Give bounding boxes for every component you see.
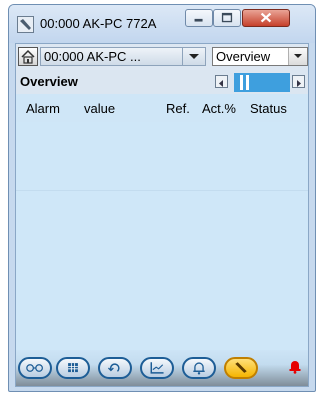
page-indicator[interactable] bbox=[234, 73, 290, 92]
glasses-icon bbox=[26, 364, 43, 372]
view-select[interactable]: Overview bbox=[212, 47, 308, 66]
minimize-button[interactable] bbox=[185, 9, 213, 27]
app-window: 00:000 AK-PC 772A 00:000 AK-PC ... Overv… bbox=[8, 4, 316, 392]
alarm-status-icon bbox=[289, 361, 301, 374]
column-act-percent[interactable]: Act.% bbox=[202, 101, 236, 116]
graph-icon bbox=[150, 362, 164, 374]
home-icon bbox=[21, 49, 35, 64]
toolbar: 00:000 AK-PC ... Overview bbox=[16, 44, 308, 70]
app-wrench-icon bbox=[17, 16, 34, 33]
column-status[interactable]: Status bbox=[250, 101, 287, 116]
keypad-icon bbox=[68, 363, 78, 373]
view-title: Overview bbox=[20, 74, 78, 89]
device-select[interactable]: 00:000 AK-PC ... bbox=[40, 47, 206, 66]
chevron-down-icon bbox=[288, 48, 307, 65]
column-value[interactable]: value bbox=[84, 101, 115, 116]
alarm-bell-icon bbox=[193, 362, 205, 375]
column-header: Alarm value Ref. Act.% Status bbox=[16, 94, 308, 122]
chevron-down-icon bbox=[182, 48, 199, 65]
view-select-value: Overview bbox=[216, 49, 271, 64]
minimize-icon bbox=[194, 18, 203, 22]
graph-button[interactable] bbox=[140, 357, 174, 379]
refresh-button[interactable] bbox=[98, 357, 132, 379]
prev-page-button[interactable] bbox=[215, 75, 228, 88]
title-bar[interactable]: 00:000 AK-PC 772A bbox=[9, 5, 315, 43]
next-page-button[interactable] bbox=[292, 75, 305, 88]
home-button[interactable] bbox=[18, 47, 38, 66]
keypad-button[interactable] bbox=[56, 357, 90, 379]
prev-page-icon bbox=[219, 80, 223, 87]
divider bbox=[16, 190, 308, 191]
bottom-toolbar bbox=[16, 350, 308, 386]
service-button[interactable] bbox=[224, 357, 258, 379]
data-list[interactable] bbox=[16, 122, 308, 350]
wrench-icon bbox=[235, 362, 247, 373]
close-icon bbox=[260, 12, 272, 23]
maximize-icon bbox=[221, 12, 233, 23]
alarm-bell-button[interactable] bbox=[182, 357, 216, 379]
maximize-button[interactable] bbox=[213, 9, 241, 27]
page-bar bbox=[240, 75, 243, 90]
device-select-value: 00:000 AK-PC ... bbox=[44, 49, 141, 64]
column-alarm[interactable]: Alarm bbox=[26, 101, 60, 116]
next-page-icon bbox=[297, 80, 301, 87]
refresh-icon bbox=[107, 363, 120, 372]
view-header: Overview bbox=[16, 70, 308, 94]
column-ref[interactable]: Ref. bbox=[166, 101, 190, 116]
client-area: 00:000 AK-PC ... Overview Overview Alarm… bbox=[15, 43, 309, 387]
overview-button[interactable] bbox=[18, 357, 52, 379]
window-title: 00:000 AK-PC 772A bbox=[40, 16, 157, 31]
close-button[interactable] bbox=[242, 9, 290, 27]
page-bar bbox=[246, 75, 249, 90]
